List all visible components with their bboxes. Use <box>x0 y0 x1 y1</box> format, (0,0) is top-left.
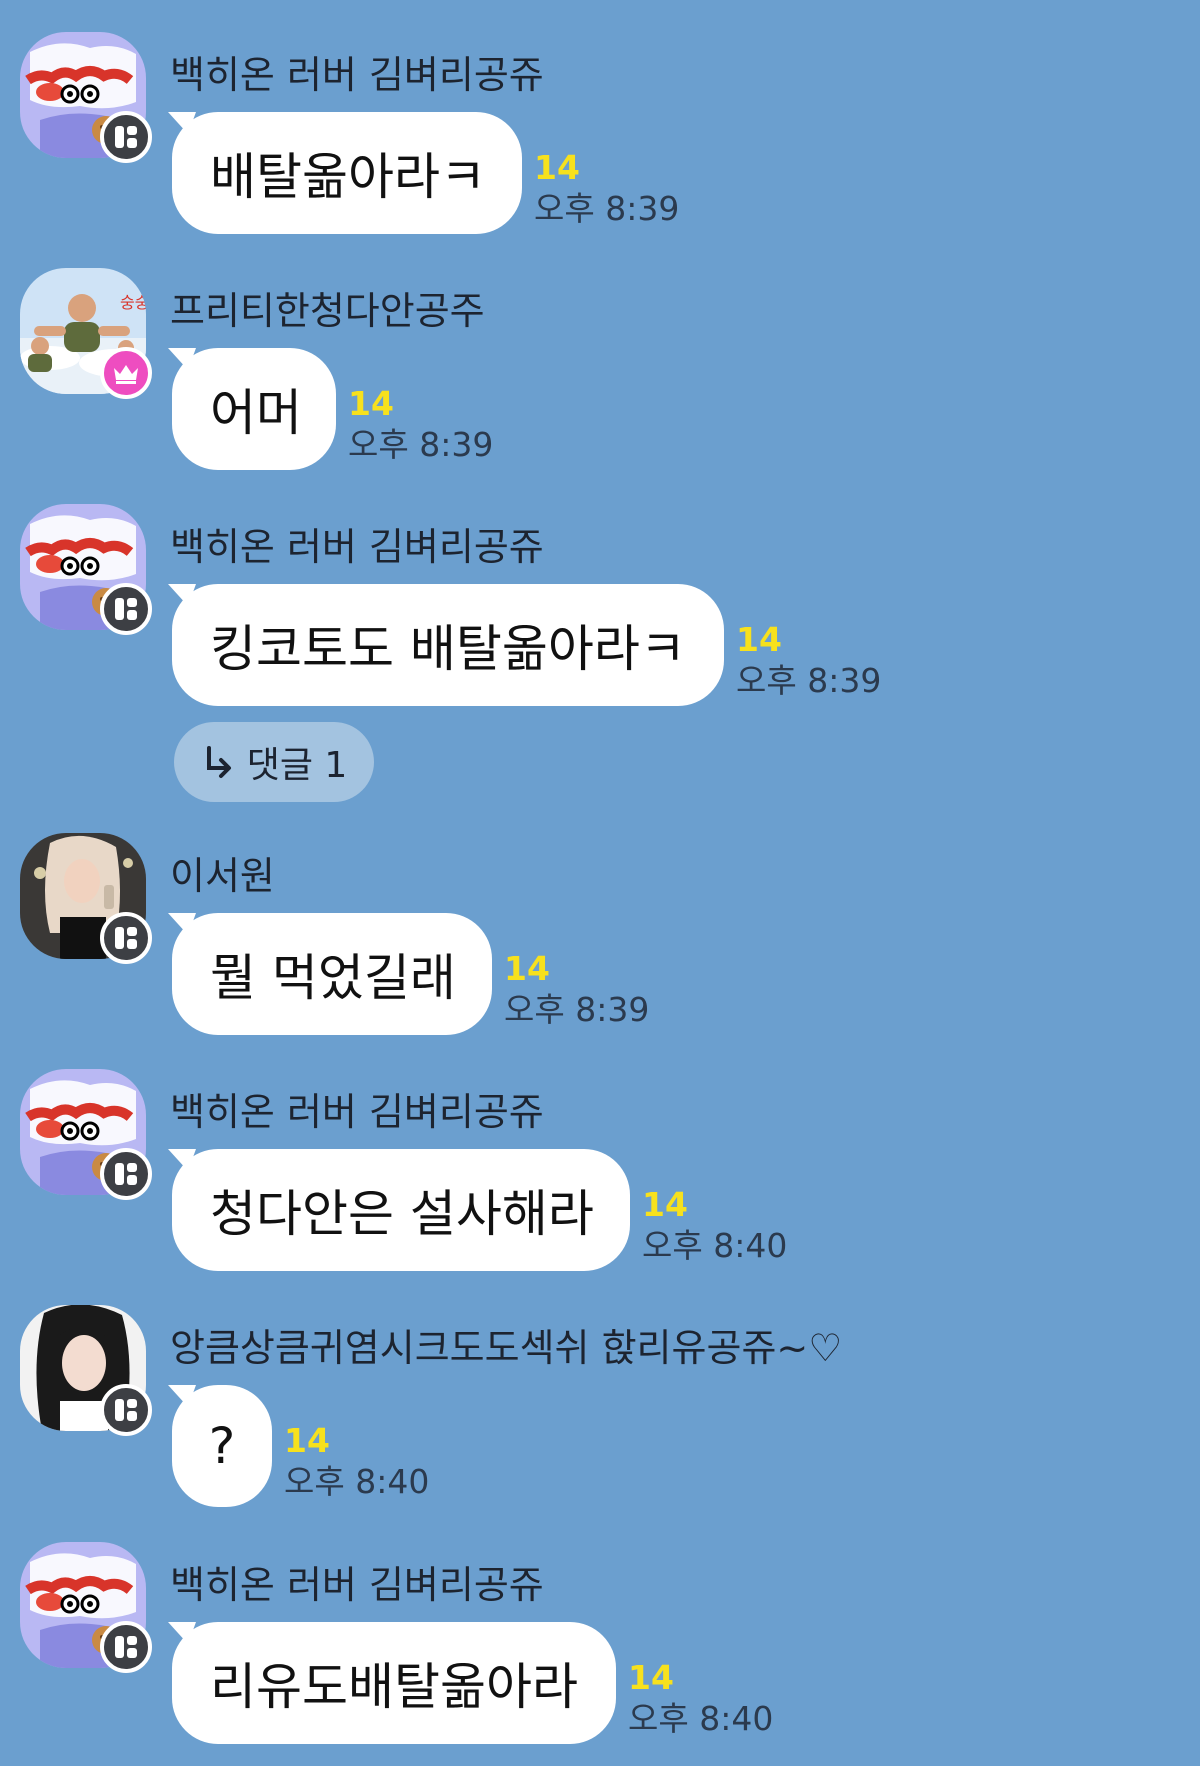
unread-count: 14 <box>284 1421 330 1460</box>
card-badge-icon <box>100 583 152 635</box>
message-bubble[interactable]: 뭘 먹었길래 <box>172 913 492 1035</box>
sender-name: 프리티한청다안공주 <box>170 289 485 333</box>
message-item: 백히온 러버 김벼리공쥬 배탈옮아라ㅋ 14 오후 8:39 <box>0 0 1200 240</box>
message-item: 백히온 러버 김벼리공쥬 청다안은 설사해라 14 오후 8:40 <box>0 1037 1200 1277</box>
svg-text:숭숭: 숭숭 <box>120 293 146 312</box>
timestamp: 오후 8:40 <box>284 1462 430 1501</box>
message-meta: 14 오후 8:39 <box>504 951 649 1033</box>
crown-badge-icon <box>100 347 152 399</box>
timestamp: 오후 8:39 <box>534 189 680 228</box>
sender-name: 백히온 러버 김벼리공쥬 <box>170 1090 544 1134</box>
message-meta: 14 오후 8:39 <box>348 386 493 468</box>
unread-count: 14 <box>504 949 550 988</box>
message-meta: 14 오후 8:39 <box>534 150 679 232</box>
unread-count: 14 <box>628 1658 674 1697</box>
message-bubble[interactable]: 어머 <box>172 348 336 470</box>
card-badge-icon <box>100 912 152 964</box>
unread-count: 14 <box>642 1185 688 1224</box>
unread-count: 14 <box>736 620 782 659</box>
sender-name: 백히온 러버 김벼리공쥬 <box>170 53 544 97</box>
unread-count: 14 <box>348 384 394 423</box>
message-bubble[interactable]: 배탈옮아라ㅋ <box>172 112 522 234</box>
message-bubble[interactable]: ? <box>172 1385 272 1507</box>
chat-room: 백히온 러버 김벼리공쥬 배탈옮아라ㅋ 14 오후 8:39 숭숭 프리티한청다… <box>0 0 1200 1766</box>
card-badge-icon <box>100 1148 152 1200</box>
message-bubble[interactable]: 청다안은 설사해라 <box>172 1149 630 1271</box>
timestamp: 오후 8:39 <box>736 661 882 700</box>
card-badge-icon <box>100 1384 152 1436</box>
message-meta: 14 오후 8:40 <box>284 1423 429 1505</box>
message-bubble[interactable]: 킹코토도 배탈옮아라ㅋ <box>172 584 724 706</box>
sender-name: 백히온 러버 김벼리공쥬 <box>170 525 544 569</box>
timestamp: 오후 8:39 <box>348 425 494 464</box>
message-item: 앙큼상큼귀염시크도도섹쉬 핝리유공쥬~♡ ? 14 오후 8:40 <box>0 1273 1200 1513</box>
message-meta: 14 오후 8:40 <box>628 1660 773 1742</box>
timestamp: 오후 8:40 <box>642 1226 788 1265</box>
reply-arrow-icon <box>206 746 231 778</box>
message-item: 이서원 뭘 먹었길래 14 오후 8:39 <box>0 801 1200 1041</box>
sender-name: 앙큼상큼귀염시크도도섹쉬 핝리유공쥬~♡ <box>170 1326 843 1370</box>
sender-name: 백히온 러버 김벼리공쥬 <box>170 1563 544 1607</box>
message-item: 백히온 러버 김벼리공쥬 리유도배탈옮아라 14 오후 8:40 <box>0 1510 1200 1750</box>
message-meta: 14 오후 8:40 <box>642 1187 787 1269</box>
message-item: 숭숭 프리티한청다안공주 어머 14 오후 8:39 <box>0 236 1200 476</box>
timestamp: 오후 8:39 <box>504 990 650 1029</box>
card-badge-icon <box>100 111 152 163</box>
reply-label: 댓글 1 <box>246 745 348 786</box>
unread-count: 14 <box>534 148 580 187</box>
timestamp: 오후 8:40 <box>628 1699 774 1738</box>
message-item: 백히온 러버 김벼리공쥬 킹코토도 배탈옮아라ㅋ 14 오후 8:39 <box>0 472 1200 712</box>
message-bubble[interactable]: 리유도배탈옮아라 <box>172 1622 616 1744</box>
card-badge-icon <box>100 1621 152 1673</box>
reply-thread-button[interactable]: 댓글 1 <box>174 722 374 802</box>
sender-name: 이서원 <box>170 854 275 898</box>
message-meta: 14 오후 8:39 <box>736 622 881 704</box>
